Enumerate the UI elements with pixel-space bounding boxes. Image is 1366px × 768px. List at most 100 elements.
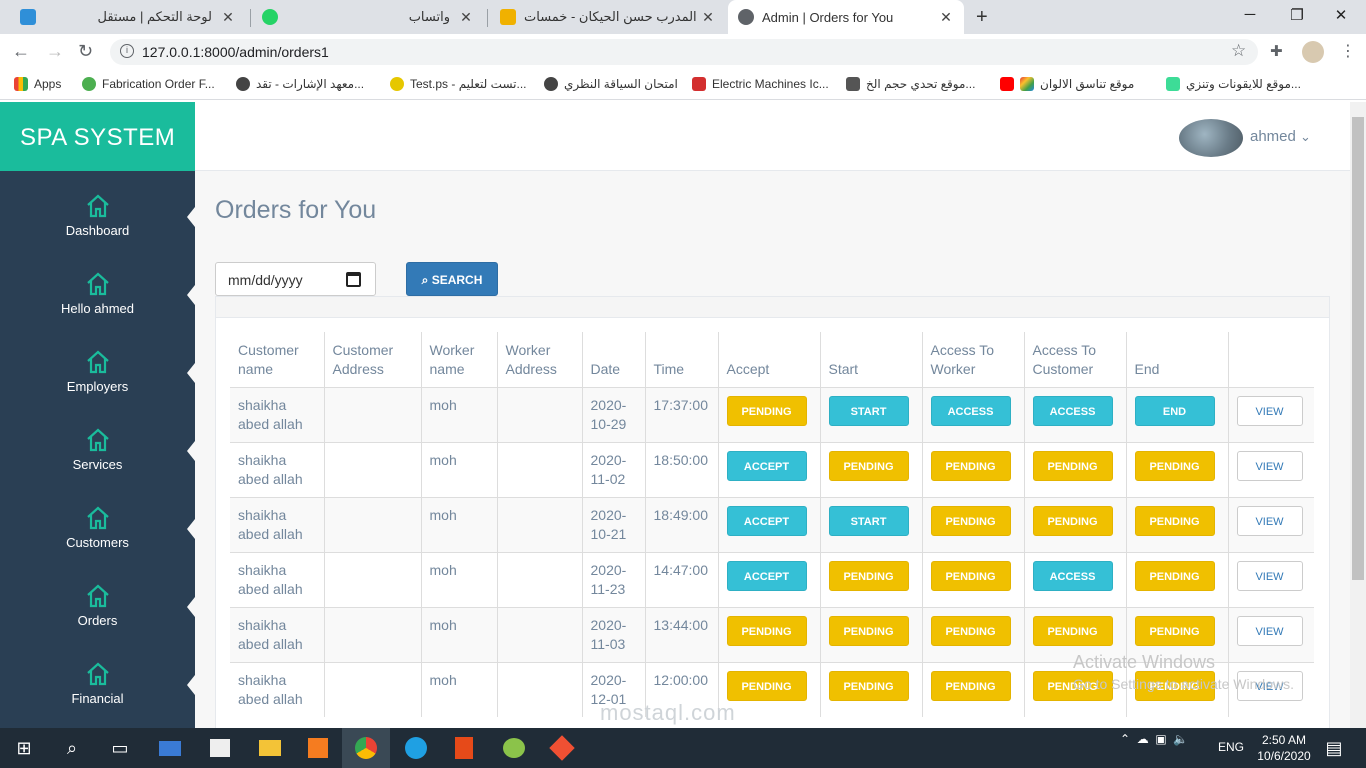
brand-title[interactable]: SPA SYSTEM [0,102,195,171]
start-button[interactable]: PENDING [828,615,909,646]
cell-access-worker: PENDING [921,661,1024,717]
windows-start-icon[interactable]: ⊞ [0,728,48,768]
access-customer-button[interactable]: ACCESS [1032,395,1113,426]
office-icon[interactable] [440,728,488,768]
bookmark-star-icon[interactable]: ☆ [1231,41,1246,61]
sidebar-item-customers[interactable]: Customers [0,493,195,571]
access-worker-button[interactable]: PENDING [930,670,1011,701]
mail-icon[interactable] [146,728,194,768]
close-icon[interactable]: ✕ [458,9,474,26]
start-button[interactable]: PENDING [828,560,909,591]
accept-button[interactable]: ACCEPT [726,450,807,481]
end-button[interactable]: PENDING [1134,505,1215,536]
chrome-icon[interactable] [342,728,390,768]
minimize-icon[interactable]: ─ [1235,6,1265,23]
close-icon[interactable]: ✕ [938,9,954,26]
reload-icon[interactable]: ↻ [78,41,93,62]
bookmark-item[interactable]: موقع تناسق الالوان [1000,77,1134,91]
sidebar-item-dashboard[interactable]: Dashboard [0,181,195,259]
menu-dots-icon[interactable]: ⋮ [1340,41,1356,61]
accept-button[interactable]: ACCEPT [726,505,807,536]
new-tab-icon[interactable]: + [976,6,988,29]
access-customer-button[interactable]: ACCESS [1032,560,1113,591]
calendar-icon[interactable] [346,272,361,287]
close-icon[interactable]: ✕ [700,9,716,26]
sidebar-item-hello[interactable]: Hello ahmed [0,259,195,337]
sidebar-item-orders[interactable]: Orders [0,571,195,649]
back-icon[interactable]: ← [12,41,30,62]
xampp-icon[interactable] [294,728,342,768]
store-icon[interactable] [196,728,244,768]
access-worker-button[interactable]: PENDING [930,615,1011,646]
taskbar: ⊞ ⌕ ▭ ⌃ ☁ ▣ 🔈 ENG 2:50 AM 10/6/2020 ▤ [0,728,1366,768]
search-button[interactable]: ⌕ SEARCH [406,262,498,296]
notification-icon[interactable]: ▤ [1310,728,1358,768]
view-button[interactable]: VIEW [1236,560,1303,591]
bookmark-item[interactable]: موقع تحدي حجم الخ... [846,77,975,91]
bookmark-item[interactable]: معهد الإشارات - تقد... [236,77,364,91]
view-button[interactable]: VIEW [1236,505,1303,536]
access-worker-button[interactable]: ACCESS [930,395,1011,426]
cell-worker-name: moh [420,496,497,552]
start-button[interactable]: START [828,505,909,536]
language-indicator[interactable]: ENG [1218,740,1244,754]
accept-button[interactable]: ACCEPT [726,560,807,591]
paint-icon[interactable] [490,728,538,768]
bookmark-item[interactable]: Fabrication Order F... [82,77,215,91]
address-bar[interactable]: i 127.0.0.1:8000/admin/orders1 [110,39,1258,65]
browser-tab[interactable]: واتساب ✕ [252,0,484,34]
access-customer-button[interactable]: PENDING [1032,615,1113,646]
info-icon[interactable]: i [120,44,134,58]
bookmark-item[interactable]: Electric Machines Ic... [692,77,829,91]
view-button[interactable]: VIEW [1236,615,1303,646]
end-button[interactable]: PENDING [1134,450,1215,481]
user-menu[interactable]: ahmed ⌄ [1250,128,1311,145]
extensions-icon[interactable]: ✚ [1270,42,1283,60]
access-customer-button[interactable]: PENDING [1032,505,1113,536]
start-button[interactable]: START [828,395,909,426]
bookmark-item[interactable]: موقع للايقونات وتنزي... [1166,77,1301,91]
cell-start: START [819,386,922,442]
browser-tab[interactable]: لوحة التحكم | مستقل ✕ [10,0,246,34]
sidebar-item-services[interactable]: Services [0,415,195,493]
close-window-icon[interactable]: ✕ [1326,6,1356,24]
start-button[interactable]: PENDING [828,450,909,481]
start-button[interactable]: PENDING [828,670,909,701]
browser-tab[interactable]: المدرب حسن الحيكان - خمسات ✕ [490,0,726,34]
system-tray[interactable]: ⌃ ☁ ▣ 🔈 [1120,732,1188,746]
date-input[interactable]: mm/dd/yyyy [215,262,376,296]
git-icon[interactable] [538,728,586,768]
view-button[interactable]: VIEW [1236,450,1303,481]
sidebar-item-financial[interactable]: Financial [0,649,195,727]
access-worker-button[interactable]: PENDING [930,450,1011,481]
bookmark-item[interactable]: Test.ps - تست لتعليم... [390,77,527,91]
forward-icon[interactable]: → [46,41,64,62]
file-explorer-icon[interactable] [246,728,294,768]
browser-tab-active[interactable]: Admin | Orders for You ✕ [728,0,964,34]
accept-button[interactable]: PENDING [726,395,807,426]
end-button[interactable]: PENDING [1134,615,1215,646]
close-icon[interactable]: ✕ [220,9,236,26]
clock[interactable]: 2:50 AM 10/6/2020 [1254,732,1314,764]
accept-button[interactable]: PENDING [726,670,807,701]
clock-date: 10/6/2020 [1257,749,1311,763]
sidebar-item-employers[interactable]: Employers [0,337,195,415]
user-avatar[interactable] [1179,119,1243,157]
view-button[interactable]: VIEW [1236,395,1303,426]
bookmark-apps[interactable]: Apps [14,77,61,91]
tab-title: لوحة التحكم | مستقل [97,9,212,24]
accept-button[interactable]: PENDING [726,615,807,646]
scrollbar-thumb[interactable] [1352,117,1364,580]
search-icon[interactable]: ⌕ [48,728,96,768]
end-button[interactable]: END [1134,395,1215,426]
access-worker-button[interactable]: PENDING [930,505,1011,536]
access-worker-button[interactable]: PENDING [930,560,1011,591]
access-customer-button[interactable]: PENDING [1032,450,1113,481]
bookmark-item[interactable]: امتحان السياقة النظري [544,77,678,91]
end-button[interactable]: PENDING [1134,560,1215,591]
task-view-icon[interactable]: ▭ [96,728,144,768]
profile-avatar[interactable] [1302,41,1324,63]
edge-icon[interactable] [392,728,440,768]
maximize-icon[interactable]: ❐ [1282,6,1312,24]
bookmark-label: Fabrication Order F... [102,77,215,91]
